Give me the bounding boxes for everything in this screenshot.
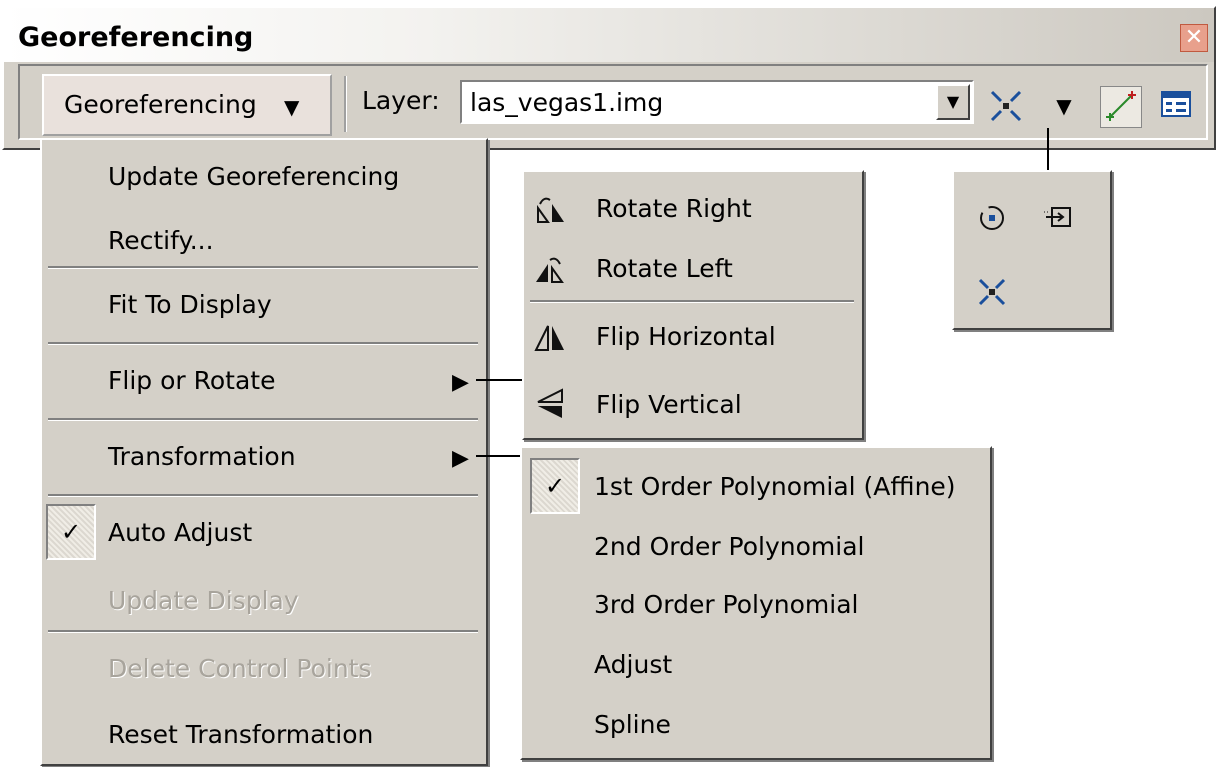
menu-item-fit-to-display[interactable]: Fit To Display — [108, 290, 272, 319]
toolbar-separator — [344, 76, 347, 132]
menu-separator — [48, 494, 478, 497]
rotate-left-icon — [534, 254, 566, 286]
flip-horizontal-icon — [534, 322, 566, 354]
fit-to-display-icon[interactable] — [976, 276, 1008, 308]
connector-line — [1047, 128, 1049, 170]
flip-vertical-icon — [534, 388, 566, 420]
menu-separator — [530, 300, 854, 303]
menu-separator — [48, 418, 478, 421]
menu-item-update-georeferencing[interactable]: Update Georeferencing — [108, 162, 399, 191]
add-control-points-graphic — [1106, 91, 1136, 121]
chevron-down-icon: ▼ — [284, 95, 300, 119]
menu-item-flip-or-rotate[interactable]: Flip or Rotate — [108, 366, 275, 395]
add-control-points-icon[interactable] — [1100, 86, 1142, 128]
transformation-submenu: ✓ 1st Order Polynomial (Affine) 2nd Orde… — [520, 446, 992, 760]
tool-dropdown-arrow-icon[interactable]: ▼ — [1044, 86, 1084, 126]
georeferencing-toolbar-window: Georeferencing ✕ Georeferencing ▼ Layer:… — [2, 6, 1216, 150]
menu-item-rotate-right[interactable]: Rotate Right — [596, 194, 752, 223]
connector-line — [476, 455, 522, 457]
menu-item-spline[interactable]: Spline — [594, 710, 671, 739]
menu-item-rectify[interactable]: Rectify... — [108, 226, 214, 255]
georeferencing-menu-label: Georeferencing — [64, 90, 257, 119]
tool-palette — [952, 170, 1112, 330]
toolbar: Georeferencing ▼ Layer: las_vegas1.img ▼… — [18, 64, 1208, 140]
menu-item-flip-horizontal[interactable]: Flip Horizontal — [596, 322, 776, 351]
title-bar: Georeferencing ✕ — [4, 8, 1214, 62]
check-icon: ✓ — [46, 504, 96, 560]
close-button[interactable]: ✕ — [1180, 24, 1208, 52]
check-icon: ✓ — [530, 458, 580, 514]
georeferencing-menu-button[interactable]: Georeferencing ▼ — [42, 74, 332, 136]
menu-item-3rd-order-polynomial[interactable]: 3rd Order Polynomial — [594, 590, 858, 619]
layer-dropdown-button[interactable]: ▼ — [936, 84, 970, 120]
submenu-arrow-icon: ▶ — [452, 446, 469, 471]
menu-item-transformation[interactable]: Transformation — [108, 442, 296, 471]
menu-item-adjust[interactable]: Adjust — [594, 650, 672, 679]
georeferencing-menu: Update Georeferencing Rectify... Fit To … — [40, 138, 488, 766]
menu-item-reset-transformation[interactable]: Reset Transformation — [108, 720, 373, 749]
menu-separator — [48, 630, 478, 633]
link-table-graphic — [1161, 91, 1191, 117]
layer-select[interactable]: las_vegas1.img ▼ — [460, 80, 974, 124]
flip-or-rotate-submenu: Rotate Right Rotate Left Flip Horizontal… — [522, 170, 864, 440]
rotate-tool-icon[interactable] — [976, 202, 1008, 234]
menu-separator — [48, 342, 478, 345]
rotate-right-icon — [534, 194, 566, 226]
connector-line — [476, 379, 522, 381]
layer-label: Layer: — [362, 86, 440, 115]
menu-item-2nd-order-polynomial[interactable]: 2nd Order Polynomial — [594, 532, 864, 561]
menu-item-rotate-left[interactable]: Rotate Left — [596, 254, 733, 283]
view-link-table-icon[interactable] — [1156, 86, 1196, 126]
menu-item-auto-adjust[interactable]: Auto Adjust — [108, 518, 252, 547]
menu-item-update-display: Update Display — [108, 586, 299, 615]
window-title: Georeferencing — [18, 22, 254, 53]
layer-select-value: las_vegas1.img — [470, 88, 664, 117]
menu-separator — [48, 266, 478, 269]
fit-to-display-graphic — [990, 90, 1022, 122]
menu-item-1st-order-polynomial[interactable]: 1st Order Polynomial (Affine) — [594, 472, 956, 501]
menu-item-flip-vertical[interactable]: Flip Vertical — [596, 390, 742, 419]
menu-item-delete-control-points: Delete Control Points — [108, 654, 372, 683]
fit-to-display-icon[interactable] — [986, 86, 1026, 126]
submenu-arrow-icon: ▶ — [452, 370, 469, 395]
shift-tool-icon[interactable] — [1042, 202, 1074, 234]
